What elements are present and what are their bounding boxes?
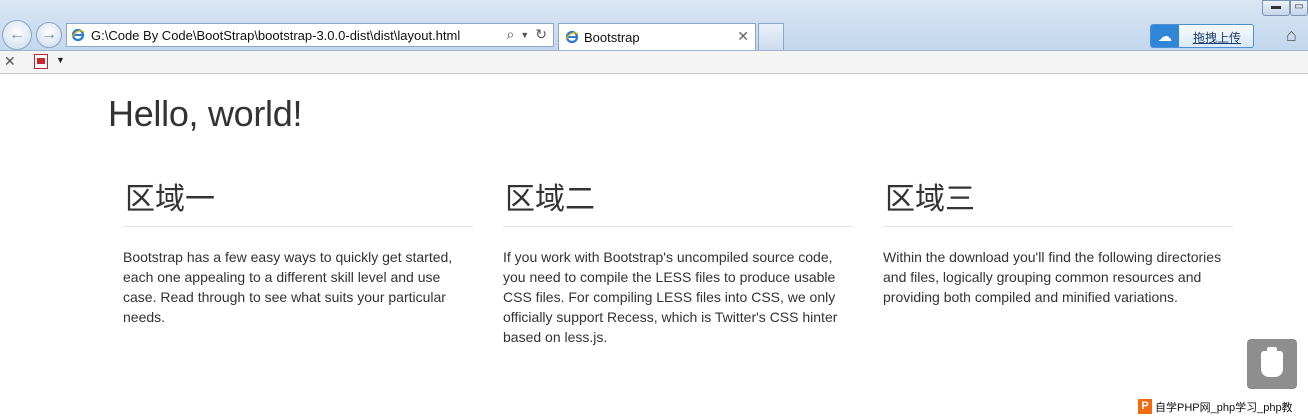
- column-3: 区域三 Within the download you'll find the …: [883, 178, 1233, 307]
- forward-button[interactable]: →: [36, 22, 62, 48]
- watermark-text: 自学PHP网_php学习_php教: [1155, 401, 1293, 414]
- usb-icon: [1261, 347, 1283, 377]
- watermark-logo: P: [1138, 399, 1152, 414]
- watermark: P 自学PHP网_php学习_php教: [1138, 395, 1308, 418]
- new-tab-button[interactable]: [758, 23, 784, 50]
- dropdown-icon[interactable]: ▼: [520, 26, 529, 44]
- column-text: Bootstrap has a few easy ways to quickly…: [123, 249, 453, 325]
- cloud-upload-icon: ☁: [1151, 25, 1179, 47]
- address-bar[interactable]: G:\Code By Code\BootStrap\bootstrap-3.0.…: [66, 23, 554, 47]
- page-title: Hello, world!: [108, 93, 303, 134]
- ie-icon: [565, 30, 579, 44]
- column-2: 区域二 If you work with Bootstrap's uncompi…: [503, 178, 853, 347]
- floating-widget-button[interactable]: [1247, 339, 1297, 389]
- minimize-button[interactable]: ▬: [1262, 0, 1290, 16]
- restore-button[interactable]: ▭: [1290, 0, 1308, 16]
- back-icon: ←: [9, 26, 25, 43]
- refresh-icon[interactable]: ↻: [535, 26, 547, 44]
- column-text: Within the download you'll find the foll…: [883, 249, 1222, 305]
- upload-button[interactable]: ☁ 拖拽上传: [1150, 24, 1254, 48]
- tab-title: Bootstrap: [584, 30, 640, 45]
- search-icon[interactable]: ⌕: [507, 26, 515, 44]
- command-bar: ✕ ▼: [0, 51, 1308, 74]
- column-heading: 区域三: [883, 178, 1233, 227]
- address-text[interactable]: G:\Code By Code\BootStrap\bootstrap-3.0.…: [91, 28, 460, 43]
- home-icon[interactable]: ⌂: [1286, 25, 1297, 46]
- close-icon[interactable]: ✕: [4, 53, 16, 70]
- pdf-icon[interactable]: [34, 54, 48, 69]
- tab-bootstrap[interactable]: Bootstrap ✕: [558, 23, 756, 50]
- back-button[interactable]: ←: [2, 20, 32, 50]
- column-1: 区域一 Bootstrap has a few easy ways to qui…: [123, 178, 473, 327]
- ie-icon: [71, 28, 85, 42]
- browser-chrome: ▬ ▭ ← → G:\Code By Code\BootStrap\bootst…: [0, 0, 1308, 51]
- column-heading: 区域一: [123, 178, 473, 227]
- column-text: If you work with Bootstrap's uncompiled …: [503, 249, 838, 345]
- chevron-down-icon[interactable]: ▼: [56, 55, 65, 65]
- forward-icon: →: [41, 26, 57, 43]
- upload-label: 拖拽上传: [1193, 31, 1242, 45]
- column-heading: 区域二: [503, 178, 853, 227]
- close-icon[interactable]: ✕: [737, 28, 749, 45]
